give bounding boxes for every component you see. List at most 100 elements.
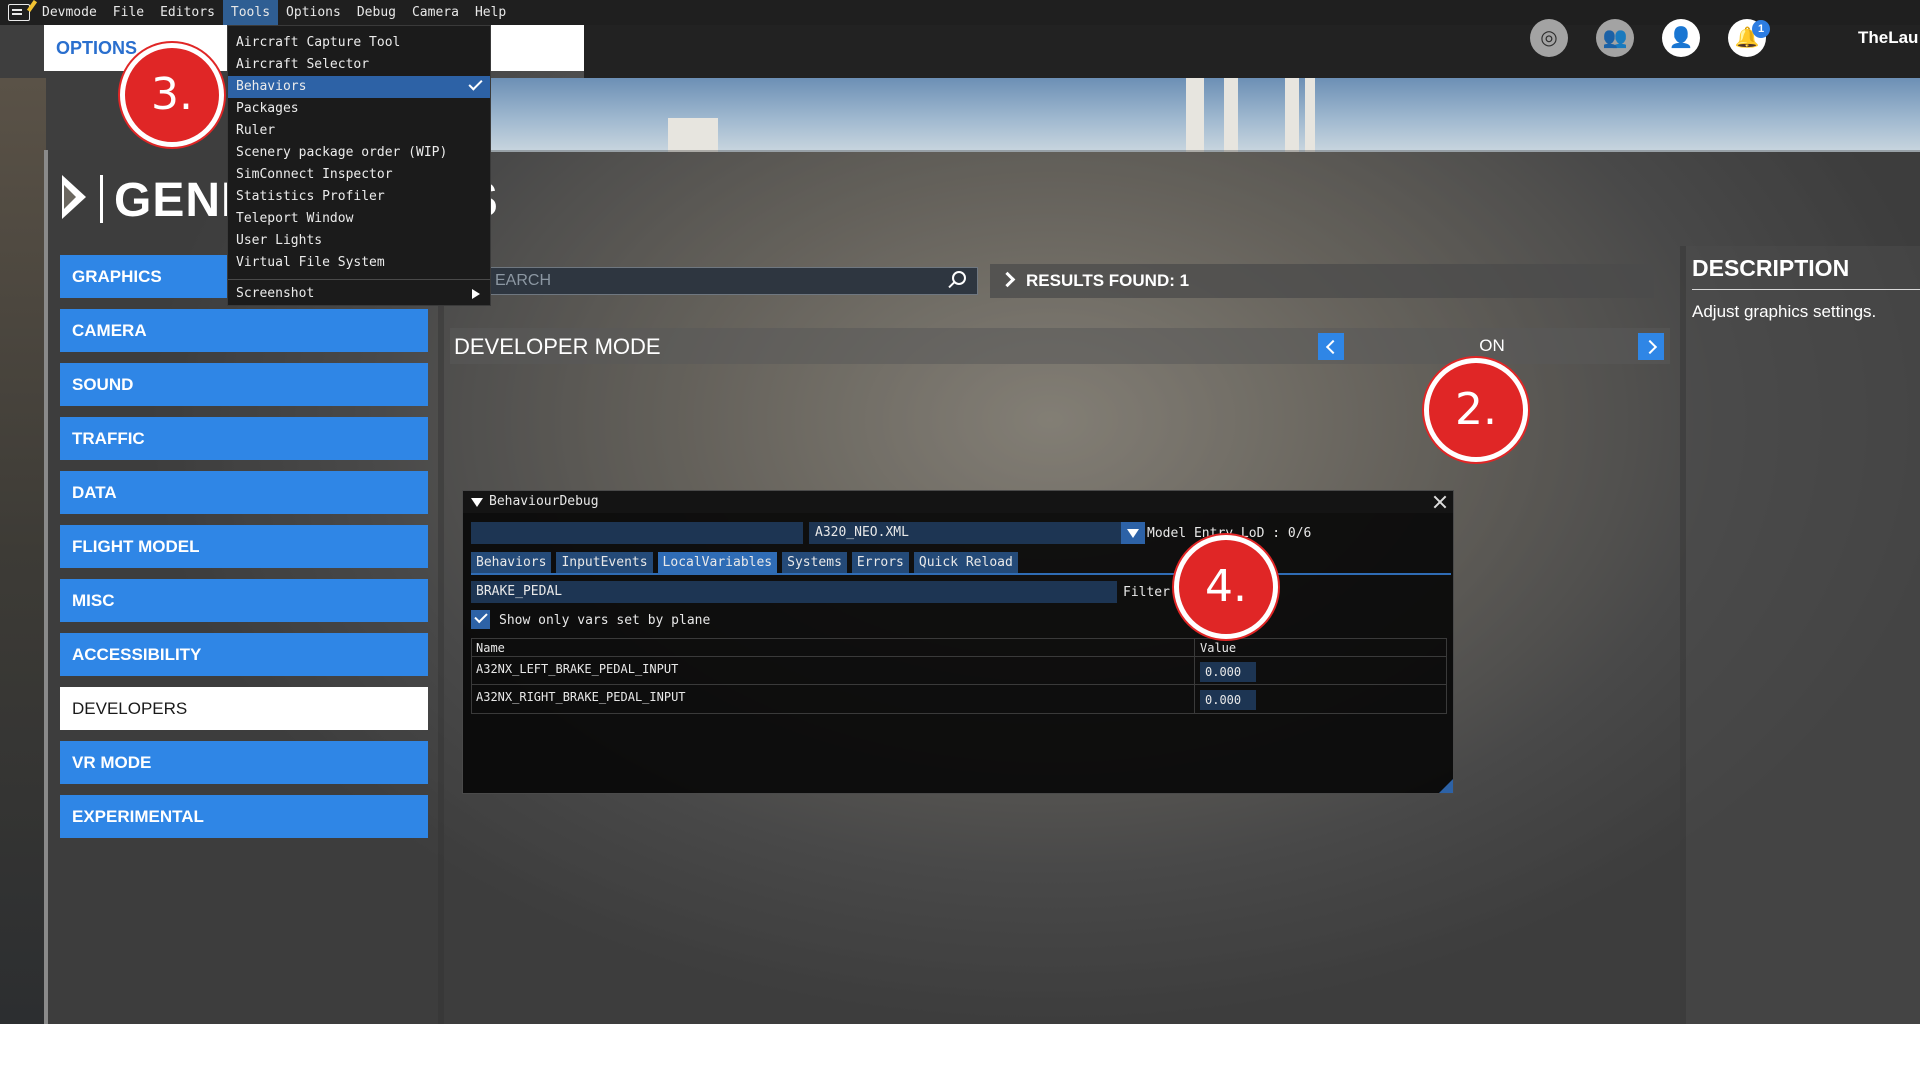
menu-help[interactable]: Help [467,0,514,25]
close-icon[interactable] [1433,495,1447,509]
username[interactable]: TheLau [1858,28,1918,48]
sidebar-item-misc[interactable]: MISC [60,579,428,622]
sidebar-item-accessibility[interactable]: ACCESSIBILITY [60,633,428,676]
sidebar-item-vr-mode[interactable]: VR MODE [60,741,428,784]
tab-localvariables[interactable]: LocalVariables [657,552,778,573]
description-title: DESCRIPTION [1692,255,1850,281]
top-bar [584,25,1920,78]
results-count: RESULTS FOUND: 1 [990,264,1654,298]
aircraft-file-select[interactable]: A320_NEO.XML [809,522,1121,544]
options-sidebar: GRAPHICS CAMERA SOUND TRAFFIC DATA FLIGH… [60,255,428,849]
search-field[interactable] [488,267,978,295]
sidebar-item-traffic[interactable]: TRAFFIC [60,417,428,460]
column-header-value: Value [1200,641,1237,655]
resize-handle[interactable] [1439,779,1453,793]
menu-item-packages[interactable]: Packages [228,98,490,120]
menu-item-virtual-file-system[interactable]: Virtual File System [228,252,490,274]
sidebar-item-flight-model[interactable]: FLIGHT MODEL [60,525,428,568]
tab-underline [471,573,1451,575]
menu-item-scenery-package-order[interactable]: Scenery package order (WIP) [228,142,490,164]
developer-mode-value: ON [1479,336,1505,355]
building-structure [1224,78,1238,152]
sidebar-item-developers[interactable]: DEVELOPERS [60,687,428,730]
menu-file[interactable]: File [105,0,152,25]
menu-item-aircraft-capture-tool[interactable]: Aircraft Capture Tool [228,32,490,54]
tools-dropdown: Aircraft Capture Tool Aircraft Selector … [227,25,491,306]
annotation-marker-4: 4. [1174,535,1278,639]
sidebar-divider [438,246,444,1024]
sidebar-item-sound[interactable]: SOUND [60,363,428,406]
building-structure [1186,78,1204,152]
menu-editors[interactable]: Editors [152,0,223,25]
column-divider [1194,657,1195,684]
menu-item-label: Behaviors [236,79,307,94]
debug-search-field[interactable] [471,522,803,544]
tab-systems[interactable]: Systems [782,552,847,573]
table-row: A32NX_LEFT_BRAKE_PEDAL_INPUT 0.000 [472,657,1446,685]
variable-name: A32NX_LEFT_BRAKE_PEDAL_INPUT [476,662,679,676]
column-divider [1194,639,1195,656]
variable-name: A32NX_RIGHT_BRAKE_PEDAL_INPUT [476,690,686,704]
debug-window-titlebar[interactable]: BehaviourDebug [463,491,1453,513]
previous-value-button[interactable] [1318,333,1344,360]
tab-quick-reload[interactable]: Quick Reload [913,552,1018,573]
options-tab-label: OPTIONS [56,38,138,58]
menu-item-ruler[interactable]: Ruler [228,120,490,142]
menu-devmode[interactable]: Devmode [34,0,105,25]
sidebar-item-camera[interactable]: CAMERA [60,309,428,352]
description-divider [1692,289,1920,290]
menu-tools[interactable]: Tools [222,0,279,25]
devmode-icon [8,4,30,21]
menu-options[interactable]: Options [278,0,349,25]
activity-icon[interactable]: ◎ [1530,19,1568,57]
annotation-marker-3: 3. [120,43,224,147]
variables-table: Name Value A32NX_LEFT_BRAKE_PEDAL_INPUT … [471,638,1447,714]
tab-inputevents[interactable]: InputEvents [556,552,653,573]
menu-item-screenshot[interactable]: Screenshot [228,283,490,305]
sidebar-item-data[interactable]: DATA [60,471,428,514]
title-divider [100,175,103,223]
column-header-name: Name [476,641,505,655]
sky-view [470,78,1920,152]
menu-camera[interactable]: Camera [404,0,467,25]
debug-tabs: Behaviors InputEvents LocalVariables Sys… [471,552,1023,573]
annotation-marker-2: 2. [1424,358,1528,462]
table-row: A32NX_RIGHT_BRAKE_PEDAL_INPUT 0.000 [472,685,1446,713]
variable-value[interactable]: 0.000 [1200,690,1256,710]
submenu-arrow-icon [472,289,480,299]
description-text: Adjust graphics settings. [1692,302,1877,321]
sidebar-item-experimental[interactable]: EXPERIMENTAL [60,795,428,838]
menu-separator [228,279,490,280]
tab-errors[interactable]: Errors [851,552,909,573]
column-divider [1194,685,1195,713]
description-panel [1680,246,1920,1024]
variable-value[interactable]: 0.000 [1200,662,1256,682]
menu-item-label: Screenshot [236,286,315,301]
show-only-plane-vars-checkbox[interactable] [471,610,490,629]
menu-item-simconnect-inspector[interactable]: SimConnect Inspector [228,164,490,186]
notification-badge: 1 [1752,20,1770,38]
profile-icon[interactable]: 👤 [1662,19,1700,57]
back-chevron-icon[interactable] [62,175,86,219]
menu-item-statistics-profiler[interactable]: Statistics Profiler [228,186,490,208]
filter-label: Filter [1123,585,1170,600]
menu-item-teleport-window[interactable]: Teleport Window [228,208,490,230]
tab-behaviors[interactable]: Behaviors [471,552,552,573]
menu-item-behaviors[interactable]: Behaviors [228,76,490,98]
next-value-button[interactable] [1638,333,1664,360]
collapse-triangle-icon[interactable] [471,498,483,507]
menu-debug[interactable]: Debug [349,0,404,25]
filter-input[interactable]: BRAKE_PEDAL [471,581,1117,603]
developer-mode-label: DEVELOPER MODE [454,334,661,359]
friends-icon[interactable]: 👥 [1596,19,1634,57]
dropdown-arrow-icon[interactable] [1121,522,1145,544]
building-structure [668,118,718,152]
menu-item-user-lights[interactable]: User Lights [228,230,490,252]
building-structure [1285,78,1299,152]
search-input[interactable] [489,268,977,294]
dev-menubar: Devmode File Editors Tools Options Debug… [0,0,1920,25]
show-only-plane-vars-label: Show only vars set by plane [499,613,711,628]
search-icon[interactable] [952,271,966,285]
hangar-scene [0,78,46,1024]
menu-item-aircraft-selector[interactable]: Aircraft Selector [228,54,490,76]
